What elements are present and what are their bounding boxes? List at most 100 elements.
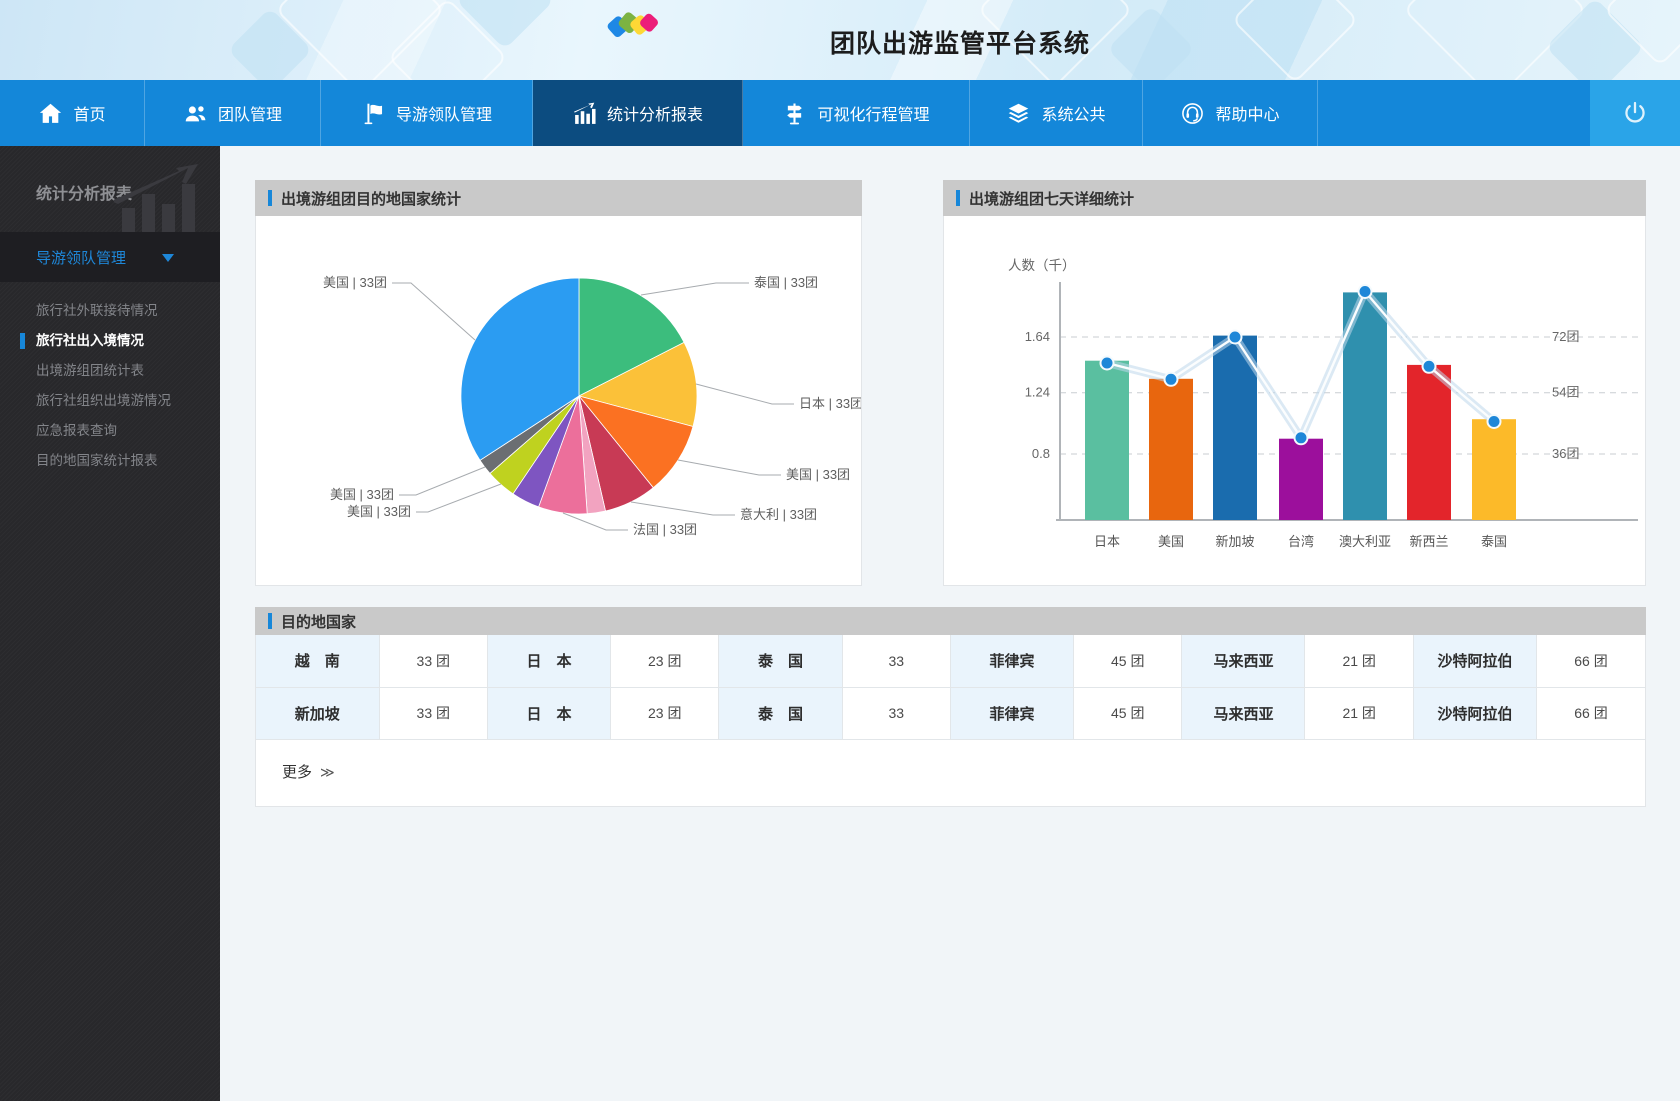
- sidebar-item-4[interactable]: 应急报表查询: [0, 416, 220, 446]
- sidebar-menu: 旅行社外联接待情况旅行社出入境情况出境游组团统计表旅行社组织出境游情况应急报表查…: [0, 282, 220, 476]
- chevron-down-icon: [162, 254, 174, 262]
- sidebar-item-0[interactable]: 旅行社外联接待情况: [0, 296, 220, 326]
- country-cell: 沙特阿拉伯: [1413, 635, 1536, 687]
- line-point-3: [1295, 431, 1308, 444]
- country-cell: 菲律宾: [950, 635, 1073, 687]
- pie-label-line: [696, 384, 794, 404]
- home-icon: [38, 101, 63, 126]
- country-cell: 越 南: [256, 635, 379, 687]
- country-cell: 泰 国: [719, 687, 842, 739]
- pie-label-line: [678, 460, 781, 475]
- pie-label: 泰国 | 33团: [754, 275, 818, 290]
- bar-美国: [1149, 379, 1193, 520]
- sidebar-item-1[interactable]: 旅行社出入境情况: [0, 326, 220, 356]
- count-cell: 21 团: [1305, 635, 1413, 687]
- pie-label-line: [399, 467, 485, 495]
- layers-icon: [1006, 101, 1031, 126]
- nav-item-help[interactable]: 帮助中心: [1143, 80, 1318, 146]
- nav-item-label: 导游领队管理: [396, 101, 492, 125]
- y-axis-title: 人数（千）: [1008, 258, 1076, 273]
- pie-label-line: [631, 502, 735, 515]
- line-point-0: [1101, 357, 1114, 370]
- headset-icon: [1180, 101, 1205, 126]
- x-axis-label: 美国: [1158, 534, 1184, 549]
- bar-panel: 出境游组团七天详细统计 1.6472团1.2454团0.836团人数（千）日本美…: [943, 180, 1646, 586]
- destination-table: 越 南33 团日 本23 团泰 国33菲律宾45 团马来西亚21 团沙特阿拉伯6…: [256, 635, 1645, 740]
- count-cell: 23 团: [611, 635, 719, 687]
- table-panel-header: 目的地国家: [255, 607, 1646, 635]
- nav-spacer: [1318, 80, 1590, 146]
- pie-panel: 出境游组团目的地国家统计 泰国 | 33团日本 | 33团美国 | 33团意大利…: [255, 180, 862, 586]
- pie-label: 意大利 | 33团: [740, 507, 817, 522]
- count-cell: 21 团: [1305, 687, 1413, 739]
- nav-item-label: 团队管理: [218, 101, 282, 125]
- count-cell: 33: [842, 687, 950, 739]
- x-axis-label: 台湾: [1288, 534, 1314, 549]
- stats-icon: [572, 101, 597, 126]
- accent-bar: [268, 613, 272, 629]
- nav-item-guide[interactable]: 导游领队管理: [321, 80, 533, 146]
- table-panel: 目的地国家 越 南33 团日 本23 团泰 国33菲律宾45 团马来西亚21 团…: [255, 607, 1646, 807]
- country-cell: 菲律宾: [950, 687, 1073, 739]
- pie-label: 美国 | 33团: [347, 504, 411, 519]
- bar-台湾: [1279, 439, 1323, 520]
- flag-icon: [361, 101, 386, 126]
- nav-item-label: 可视化行程管理: [817, 101, 929, 125]
- y-axis-tick: 1.64: [1025, 329, 1050, 344]
- country-cell: 马来西亚: [1182, 635, 1305, 687]
- nav-item-team[interactable]: 团队管理: [145, 80, 321, 146]
- bar-panel-title: 出境游组团七天详细统计: [969, 188, 1134, 209]
- nav-item-label: 统计分析报表: [607, 101, 703, 125]
- count-cell: 33 团: [379, 635, 487, 687]
- nav-item-label: 首页: [73, 101, 105, 125]
- country-cell: 泰 国: [719, 635, 842, 687]
- pie-label-line: [641, 283, 749, 295]
- line-point-6: [1488, 415, 1501, 428]
- y-axis-tick: 0.8: [1032, 446, 1050, 461]
- header-decoration: [1231, 0, 1358, 80]
- nav-item-stats[interactable]: 统计分析报表: [533, 80, 743, 146]
- pie-label: 日本 | 33团: [799, 396, 861, 411]
- x-axis-label: 泰国: [1481, 534, 1507, 549]
- pie-label: 美国 | 33团: [786, 467, 850, 482]
- bar-日本: [1085, 361, 1129, 520]
- logout-button[interactable]: [1590, 80, 1680, 146]
- main-nav: 首页 团队管理 导游领队管理 统计分析报表 可视化行程管理 系统公共 帮助中心: [0, 80, 1680, 146]
- pie-label: 美国 | 33团: [323, 275, 387, 290]
- accent-bar: [268, 190, 272, 206]
- chart-watermark-icon: [114, 160, 210, 232]
- table-panel-title: 目的地国家: [281, 611, 356, 632]
- nav-item-home[interactable]: 首页: [0, 80, 145, 146]
- bar-panel-header: 出境游组团七天详细统计: [943, 180, 1646, 216]
- app-header: 团队出游监管平台系统: [0, 0, 1680, 80]
- bar-chart: 1.6472团1.2454团0.836团人数（千）日本美国新加坡台湾澳大利亚新西…: [944, 216, 1645, 584]
- sidebar-item-3[interactable]: 旅行社组织出境游情况: [0, 386, 220, 416]
- bar-泰国: [1472, 419, 1516, 520]
- sidebar-item-2[interactable]: 出境游组团统计表: [0, 356, 220, 386]
- nav-item-label: 系统公共: [1041, 101, 1105, 125]
- more-link[interactable]: 更多≫: [256, 740, 366, 782]
- pie-label-line: [563, 513, 628, 530]
- country-cell: 新加坡: [256, 687, 379, 739]
- line-point-1: [1165, 373, 1178, 386]
- right-axis-tick: 54团: [1552, 385, 1579, 400]
- x-axis-label: 日本: [1094, 534, 1120, 549]
- country-cell: 马来西亚: [1182, 687, 1305, 739]
- pie-label: 美国 | 33团: [330, 487, 394, 502]
- sidebar-section-guide-mgmt[interactable]: 导游领队管理: [0, 232, 220, 282]
- bar-新西兰: [1407, 365, 1451, 520]
- nav-item-label: 帮助中心: [1215, 101, 1279, 125]
- nav-item-system[interactable]: 系统公共: [970, 80, 1143, 146]
- team-icon: [183, 101, 208, 126]
- nav-item-visual[interactable]: 可视化行程管理: [743, 80, 970, 146]
- pie-panel-body: 泰国 | 33团日本 | 33团美国 | 33团意大利 | 33团法国 | 33…: [255, 216, 862, 586]
- count-cell: 33: [842, 635, 950, 687]
- count-cell: 66 团: [1536, 687, 1645, 739]
- pie-chart: 泰国 | 33团日本 | 33团美国 | 33团意大利 | 33团法国 | 33…: [256, 216, 861, 584]
- count-cell: 66 团: [1536, 635, 1645, 687]
- country-cell: 日 本: [487, 687, 610, 739]
- line-point-5: [1423, 360, 1436, 373]
- pie-label-line: [416, 484, 501, 512]
- pie-label-line: [392, 283, 475, 340]
- sidebar-item-5[interactable]: 目的地国家统计报表: [0, 446, 220, 476]
